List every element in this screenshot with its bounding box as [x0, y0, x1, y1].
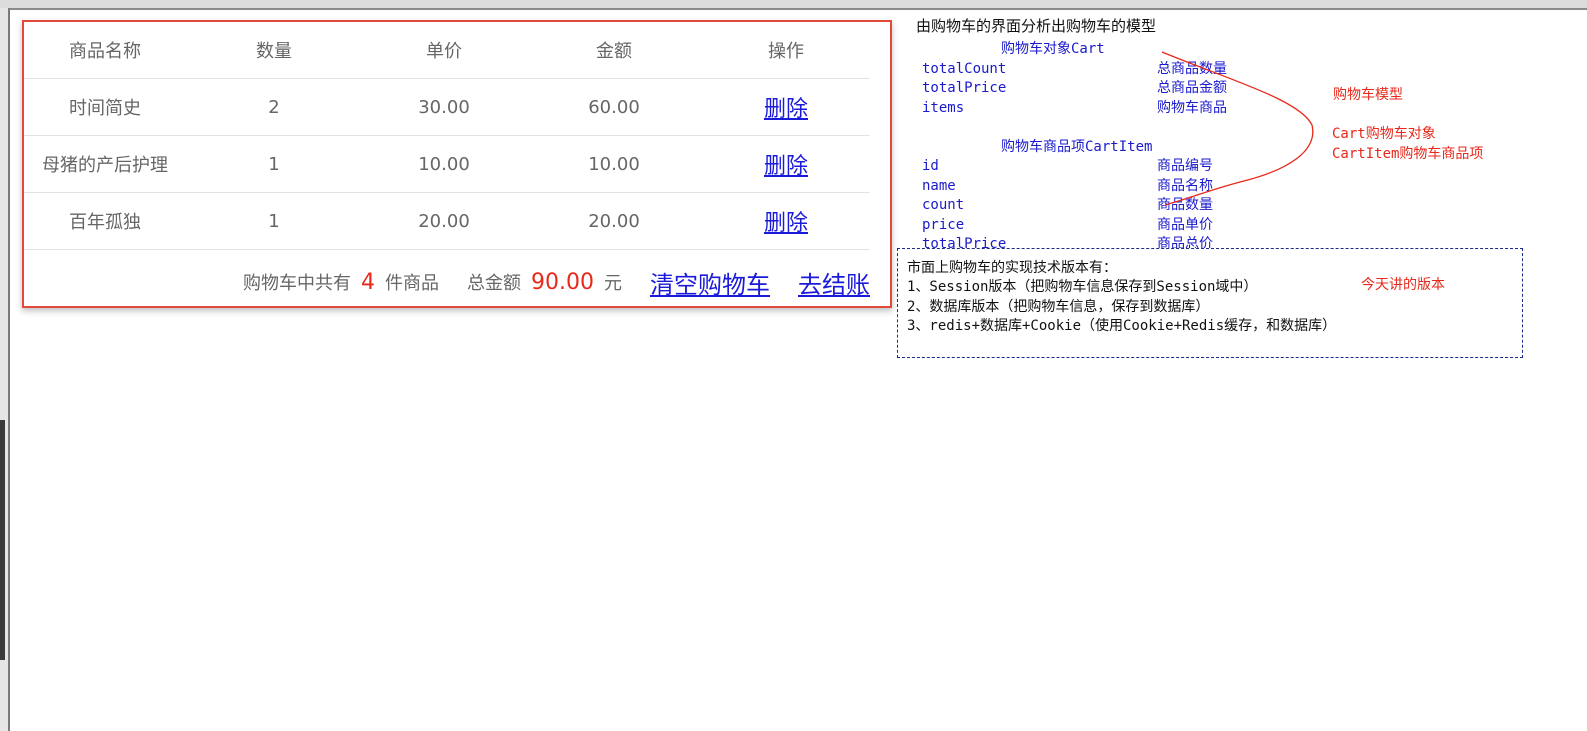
cell-amount: 10.00: [526, 135, 702, 193]
summary-amount-suffix: 元: [604, 273, 622, 294]
item-field-name: id: [922, 158, 939, 174]
cell-quantity: 2: [186, 78, 362, 136]
cell-operation: 删除: [702, 135, 870, 193]
left-scroll-marker: [0, 420, 5, 660]
cart-field-desc: 总商品金额: [1157, 80, 1227, 96]
summary-count-prefix: 购物车中共有: [243, 273, 352, 294]
cart-field-desc: 购物车商品: [1157, 100, 1227, 116]
window-top-border: [0, 0, 1587, 10]
cell-amount: 60.00: [526, 78, 702, 136]
cart-header-row: 商品名称 数量 单价 金额 操作: [24, 22, 870, 79]
item-field-name: totalPrice: [922, 236, 1007, 248]
cell-product-name: 时间简史: [24, 78, 186, 136]
summary-count-value: 4: [361, 269, 376, 295]
table-row: 百年孤独 1 20.00 20.00 删除: [24, 192, 870, 250]
header-quantity: 数量: [186, 22, 362, 79]
item-field-name: name: [922, 178, 956, 194]
cart-summary: 购物车中共有 4 件商品 总金额 90.00 元 清空购物车 去结账: [204, 265, 870, 300]
tech-heading: 市面上购物车的实现技术版本有：: [907, 260, 1117, 276]
item-field-name: price: [922, 217, 965, 233]
delete-link[interactable]: 删除: [764, 211, 808, 236]
delete-link[interactable]: 删除: [764, 154, 808, 179]
cell-product-name: 百年孤独: [24, 192, 186, 250]
item-field-desc: 商品名称: [1157, 178, 1213, 194]
summary-count-suffix: 件商品: [385, 273, 440, 294]
header-amount: 金额: [526, 22, 702, 79]
cart-field-desc: 总商品数量: [1157, 61, 1227, 77]
table-row: 时间简史 2 30.00 60.00 删除: [24, 78, 870, 136]
header-unit-price: 单价: [362, 22, 526, 79]
delete-link[interactable]: 删除: [764, 97, 808, 122]
item-field-desc: 商品编号: [1157, 158, 1213, 174]
clear-cart-link[interactable]: 清空购物车: [650, 265, 770, 300]
model-cart-item-label: CartItem购物车商品项: [1332, 146, 1484, 162]
notes-heading: 由购物车的界面分析出购物车的模型: [916, 17, 1157, 35]
cart-item-model-title: 购物车商品项CartItem: [1001, 139, 1153, 155]
item-field-name: count: [922, 197, 965, 213]
cell-amount: 20.00: [526, 192, 702, 250]
cart-model-title: 购物车对象Cart: [1001, 41, 1105, 57]
model-cart-label: Cart购物车对象: [1332, 126, 1436, 142]
tech-item: 3、redis+数据库+Cookie（使用Cookie+Redis缓存，和数据库…: [907, 318, 1337, 334]
tech-item: 1、Session版本（把购物车信息保存到Session域中）: [907, 279, 1258, 295]
cell-operation: 删除: [702, 78, 870, 136]
item-field-desc: 商品总价: [1157, 236, 1213, 248]
model-label: 购物车模型: [1333, 87, 1403, 103]
cell-unit-price: 20.00: [362, 192, 526, 250]
cart-field-name: totalPrice: [922, 80, 1007, 96]
item-field-desc: 商品数量: [1157, 197, 1213, 213]
cell-quantity: 1: [186, 135, 362, 193]
tech-highlight-note: 今天讲的版本: [1361, 277, 1445, 293]
header-operation: 操作: [702, 22, 870, 79]
cell-quantity: 1: [186, 192, 362, 250]
summary-amount-value: 90.00: [531, 269, 594, 295]
cell-operation: 删除: [702, 192, 870, 250]
item-field-desc: 商品单价: [1157, 217, 1213, 233]
cell-product-name: 母猪的产后护理: [24, 135, 186, 193]
cell-unit-price: 10.00: [362, 135, 526, 193]
cell-unit-price: 30.00: [362, 78, 526, 136]
cart-field-name: items: [922, 100, 965, 116]
header-product-name: 商品名称: [24, 22, 186, 79]
tech-item: 2、数据库版本（把购物车信息，保存到数据库）: [907, 299, 1210, 315]
summary-amount-prefix: 总金额: [467, 273, 522, 294]
cart-field-name: totalCount: [922, 61, 1007, 77]
cart-panel: 商品名称 数量 单价 金额 操作 时间简史 2 30.00 60.00 删除 母…: [22, 20, 892, 308]
table-row: 母猪的产后护理 1 10.00 10.00 删除: [24, 135, 870, 193]
checkout-link[interactable]: 去结账: [798, 265, 870, 300]
cart-table: 商品名称 数量 单价 金额 操作 时间简史 2 30.00 60.00 删除 母…: [24, 22, 870, 250]
